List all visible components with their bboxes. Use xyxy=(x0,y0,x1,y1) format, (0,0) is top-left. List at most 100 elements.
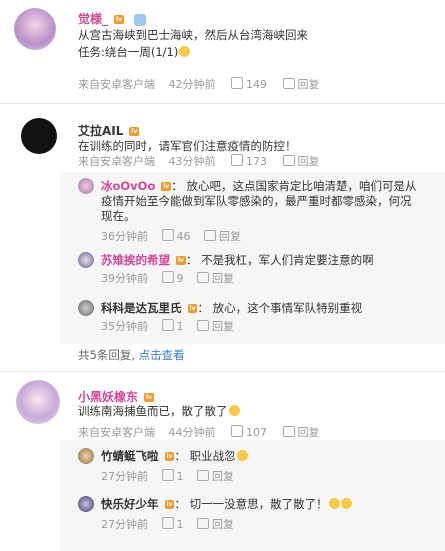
subreply-text-line: 现在。 xyxy=(101,209,136,223)
comment-2: 艾拉AIL lv 在训练的同时，请军官们注意疫情的防控！ 来自安卓客户端 43分钟… xyxy=(0,104,445,372)
view-more-link[interactable]: 点击查看 xyxy=(139,348,185,362)
level-badge-icon: lv xyxy=(114,15,124,24)
thumb-up-icon xyxy=(231,77,243,89)
subreply-avatar[interactable] xyxy=(78,252,94,268)
subreply-username[interactable]: 竹蜻蜓飞啦 xyxy=(101,449,159,463)
user-avatar[interactable] xyxy=(16,380,60,424)
subreply-avatar[interactable] xyxy=(78,448,94,464)
like-button[interactable]: 173 xyxy=(231,154,267,168)
thumb-up-icon xyxy=(161,319,174,331)
like-button[interactable]: 1 xyxy=(161,517,184,531)
subreply-meta: 35分钟前 1 回复 xyxy=(101,318,234,334)
level-badge-icon: lv xyxy=(129,127,140,136)
reply-button[interactable]: 回复 xyxy=(282,76,320,92)
timestamp: 44分钟前 xyxy=(168,426,216,439)
source-label: 来自安卓客户端 xyxy=(78,426,155,439)
subreply-panel: 冰oOvOo lv： 放心吧，这点国家肯定比咱清楚，咱们可是从 疫情开始至今能做到… xyxy=(60,172,445,344)
subreply-text: ： 切一一没意思，散了散了！ xyxy=(174,497,328,511)
subreply-username[interactable]: 科科是达瓦里氏 xyxy=(101,301,182,315)
user-avatar[interactable] xyxy=(14,8,56,50)
reply-icon xyxy=(282,426,295,437)
emoji-icon xyxy=(236,450,248,461)
reply-icon xyxy=(204,230,216,241)
timestamp: 39分钟前 xyxy=(101,272,148,285)
subreply-meta: 36分钟前 46 回复 xyxy=(101,228,241,244)
subreply-text-line: 竹蜻蜓飞啦 lv： 职业战忽 xyxy=(101,449,248,464)
reply-button[interactable]: 回复 xyxy=(204,230,241,243)
reply-button[interactable]: 回复 xyxy=(197,320,234,333)
timestamp: 42分钟前 xyxy=(168,78,216,91)
subreply-avatar[interactable] xyxy=(78,300,94,316)
subreply-username[interactable]: 冰oOvOo xyxy=(101,179,155,193)
comment-text-line-2: 任务:绕台一周(1/1) xyxy=(78,45,179,59)
like-count: 1 xyxy=(176,470,184,483)
timestamp: 35分钟前 xyxy=(101,320,148,333)
like-button[interactable]: 1 xyxy=(161,469,184,483)
reply-icon xyxy=(197,272,209,283)
subreply-text: ： 放心吧，这点国家肯定比咱清楚，咱们可是从 xyxy=(171,179,417,193)
reply-label: 回复 xyxy=(212,518,234,531)
emoji-icon xyxy=(179,46,191,57)
reply-icon xyxy=(282,155,295,166)
like-count: 1 xyxy=(176,320,184,333)
comment-3: 小黑妖橡东 lv 训练南海捕鱼而已，散了散了 来自安卓客户端 44分钟前 107 … xyxy=(0,372,445,551)
reply-label: 回复 xyxy=(212,320,234,333)
reply-label: 回复 xyxy=(212,470,234,483)
like-button[interactable]: 1 xyxy=(161,319,184,333)
subreply-text: ： 职业战忽 xyxy=(174,449,236,463)
subreply-meta: 39分钟前 9 回复 xyxy=(101,270,234,286)
comment-text-line: 训练南海捕鱼而已，散了散了 xyxy=(78,403,240,420)
reply-button[interactable]: 回复 xyxy=(282,424,320,440)
like-button[interactable]: 46 xyxy=(161,229,191,243)
reply-button[interactable]: 回复 xyxy=(197,470,234,483)
like-count: 1 xyxy=(176,518,184,531)
subreply-text-line: 苏雉挨的希望 lv： 不是我杠，军人们肯定要注意的啊 xyxy=(101,253,374,268)
reply-button[interactable]: 回复 xyxy=(197,272,234,285)
level-badge-icon: lv xyxy=(187,304,198,313)
username[interactable]: 觉様_ lv xyxy=(78,10,147,27)
like-count: 107 xyxy=(246,426,267,439)
username-text[interactable]: 小黑妖橡东 xyxy=(78,390,138,404)
thumb-up-icon xyxy=(161,469,174,481)
subreply-avatar[interactable] xyxy=(78,178,94,194)
reply-icon xyxy=(197,470,209,481)
like-button[interactable]: 9 xyxy=(161,271,184,285)
reply-label: 回复 xyxy=(219,230,241,243)
reply-icon xyxy=(197,320,209,331)
thumb-up-icon xyxy=(161,271,174,283)
subreply-username[interactable]: 苏雉挨的希望 xyxy=(101,253,170,267)
more-replies: 共5条回复, 点击查看 xyxy=(78,347,185,363)
reply-button[interactable]: 回复 xyxy=(197,518,234,531)
reply-label: 回复 xyxy=(297,426,320,439)
reply-button[interactable]: 回复 xyxy=(282,153,320,169)
source-label: 来自安卓客户端 xyxy=(78,155,155,168)
reply-label: 回复 xyxy=(297,78,320,91)
username-text[interactable]: 艾拉AIL xyxy=(78,124,123,138)
sparkle-badge-icon xyxy=(134,13,147,26)
thumb-up-icon xyxy=(231,154,243,166)
username-text[interactable]: 觉様_ xyxy=(78,12,108,26)
like-count: 46 xyxy=(176,230,191,243)
like-button[interactable]: 107 xyxy=(231,425,267,439)
username[interactable]: 艾拉AIL lv xyxy=(78,122,140,139)
emoji-icon xyxy=(228,405,240,416)
thumb-up-icon xyxy=(161,229,174,241)
like-count: 9 xyxy=(176,272,184,285)
user-avatar[interactable] xyxy=(21,118,57,154)
like-count: 173 xyxy=(246,155,267,168)
comment-text: 训练南海捕鱼而已，散了散了 xyxy=(78,404,228,418)
subreply-meta: 27分钟前 1 回复 xyxy=(101,516,234,532)
level-badge-icon: lv xyxy=(164,452,175,461)
subreply-text-line: 疫情开始至今能做到军队零感染的，最严重时都零感染，何况 xyxy=(101,194,412,208)
timestamp: 43分钟前 xyxy=(168,155,216,168)
level-badge-icon: lv xyxy=(176,256,186,265)
level-badge-icon: lv xyxy=(161,182,172,191)
subreply-avatar[interactable] xyxy=(78,496,94,512)
subreply-username[interactable]: 快乐好少年 xyxy=(101,497,159,511)
emoji-icon xyxy=(328,498,340,509)
comment-1: 觉様_ lv 从宫古海峡到巴士海峡，然后从台湾海峡回来 任务:绕台一周(1/1) … xyxy=(0,0,445,102)
like-button[interactable]: 149 xyxy=(231,77,267,91)
timestamp: 27分钟前 xyxy=(101,518,148,531)
reply-icon xyxy=(282,78,295,89)
comment-text-line: 任务:绕台一周(1/1) xyxy=(78,44,191,61)
